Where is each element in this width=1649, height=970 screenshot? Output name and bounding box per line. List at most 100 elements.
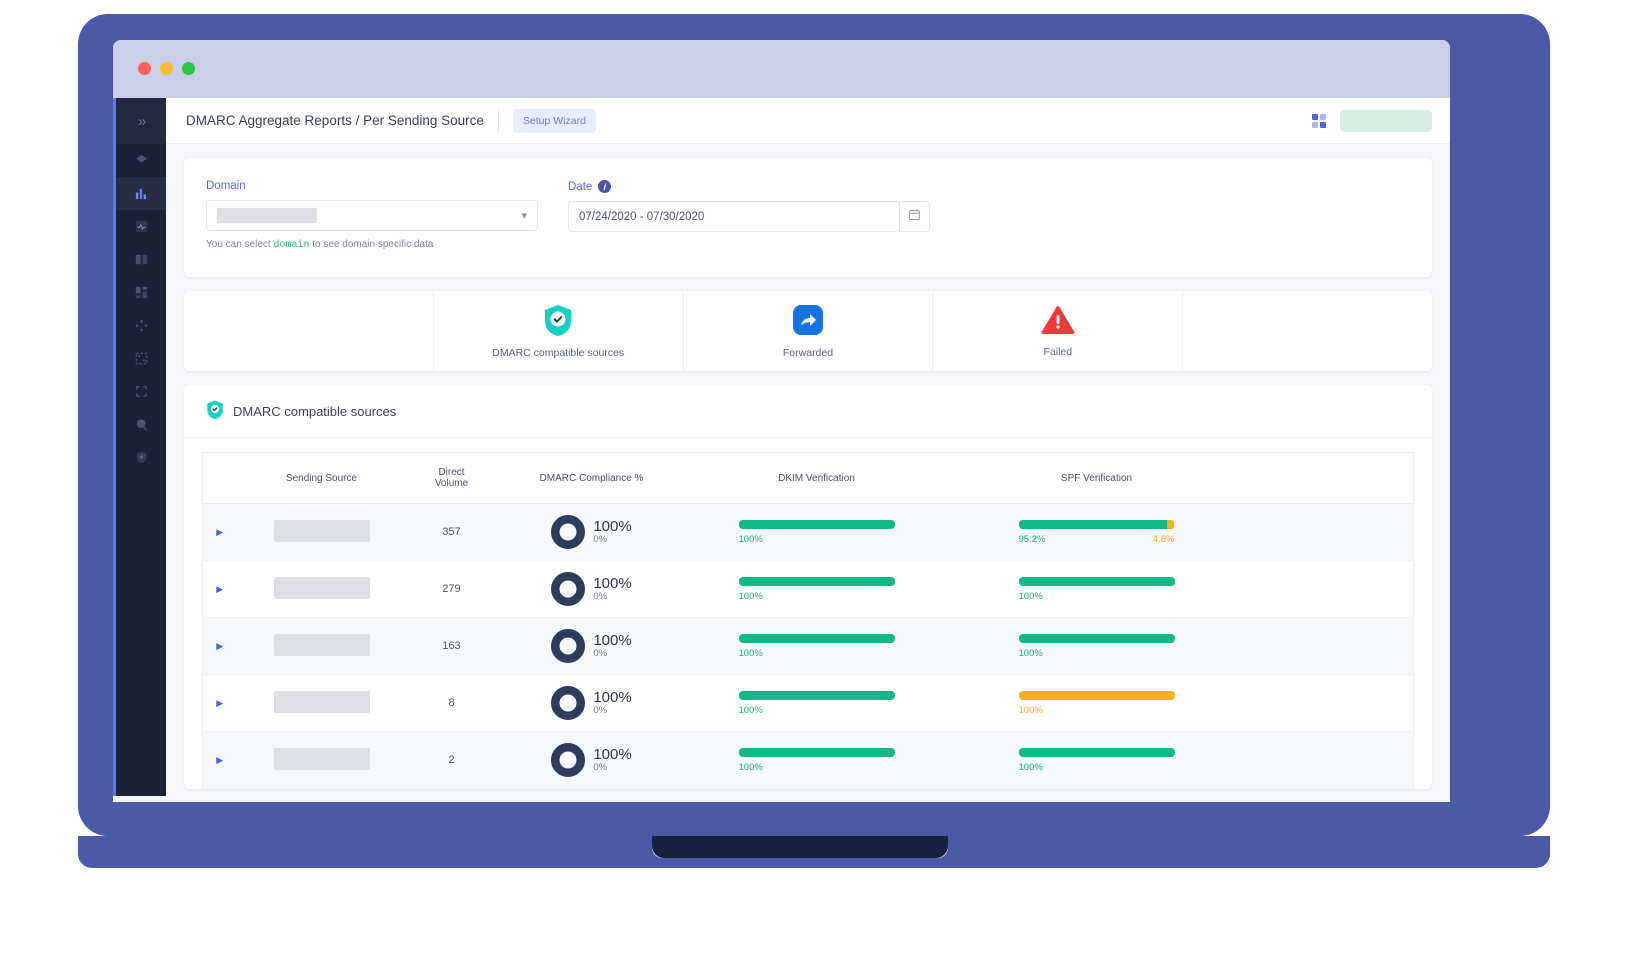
th-dmarc-compliance: DMARC Compliance % xyxy=(496,452,687,504)
application: » DMARC Aggregate Reports / Per Sending … xyxy=(113,98,1450,802)
cell-dkim-verification: 100% xyxy=(686,503,947,561)
sidebar-item-reports[interactable] xyxy=(116,177,166,210)
laptop-screen: » DMARC Aggregate Reports / Per Sending … xyxy=(113,40,1450,802)
breadcrumb-divider xyxy=(497,109,499,132)
row-expand-toggle[interactable]: ▶ xyxy=(202,617,237,675)
spf-bar-label: 100% xyxy=(1018,590,1043,602)
compliance-donut-icon xyxy=(551,686,586,720)
cell-spf-verification: 95.2% 4.8% xyxy=(946,503,1247,561)
cell-dmarc-compliance: 100% 0% xyxy=(496,731,687,789)
spf-bar-cell: 100% xyxy=(1018,576,1175,602)
cell-sending-source xyxy=(236,560,407,618)
table-row[interactable]: ▶ 8 100% 0% 100% 100% xyxy=(202,674,1414,732)
date-filter: Date i 07/24/2020 - 07/30/2020 xyxy=(568,180,930,251)
chevron-down-icon: ▾ xyxy=(521,210,527,222)
stat-label-forwarded: Forwarded xyxy=(782,346,834,359)
table-section-title: DMARC compatible sources xyxy=(184,385,1432,438)
sidebar-item-globe[interactable] xyxy=(116,408,166,441)
spf-bar-cell: 100% xyxy=(1018,747,1175,773)
table-row[interactable]: ▶ 163 100% 0% 100% 100% xyxy=(202,617,1414,675)
browser-titlebar xyxy=(113,40,1450,98)
forward-arrow-icon xyxy=(792,304,824,341)
dkim-bar-labels: 100% xyxy=(739,705,895,716)
row-expand-toggle[interactable]: ▶ xyxy=(202,503,237,561)
stat-failed[interactable]: Failed xyxy=(933,291,1184,371)
stat-dmarc-compatible[interactable]: DMARC compatible sources xyxy=(432,291,684,371)
spf-bar-cell: 100% xyxy=(1018,690,1175,716)
dashboard-grid-icon xyxy=(134,285,149,300)
sidebar-item-layers[interactable] xyxy=(116,144,166,177)
spf-bar-label: 95.2% xyxy=(1018,533,1046,545)
info-icon[interactable]: i xyxy=(598,180,612,193)
caret-right-icon: ▶ xyxy=(216,698,224,708)
stat-forwarded[interactable]: Forwarded xyxy=(684,291,934,371)
calendar-button[interactable] xyxy=(899,201,930,232)
page-scroll-area[interactable]: Domain ▾ You can select domain to see do… xyxy=(166,144,1450,802)
cell-direct-volume: 279 xyxy=(406,560,497,618)
dkim-bar-track xyxy=(738,576,895,586)
topbar: DMARC Aggregate Reports / Per Sending So… xyxy=(166,98,1450,144)
table-row[interactable]: ▶ 279 100% 0% 100% 100% xyxy=(202,560,1414,618)
sidebar-expand-button[interactable]: » xyxy=(116,98,166,144)
sidebar-item-nodes[interactable] xyxy=(116,309,166,342)
spf-bar-segment xyxy=(1018,633,1175,643)
spf-bar-label: 100% xyxy=(1018,647,1043,659)
stat-label-dmarc: DMARC compatible sources xyxy=(492,346,625,359)
filters-card: Domain ▾ You can select domain to see do… xyxy=(184,158,1432,277)
compliance-donut-icon xyxy=(551,515,586,549)
cell-spf-verification: 100% xyxy=(946,617,1247,675)
sidebar-item-dashboard[interactable] xyxy=(116,276,166,309)
sidebar: » xyxy=(113,98,166,802)
th-spf-verification: SPF Verification xyxy=(946,452,1247,504)
dkim-bar-segment xyxy=(738,576,895,586)
table-row[interactable]: ▶ 357 100% 0% 100% 95.2% 4.8% xyxy=(202,503,1414,561)
apps-grid-icon[interactable] xyxy=(1312,113,1326,128)
cell-direct-volume: 8 xyxy=(406,674,497,732)
domain-select[interactable]: ▾ xyxy=(206,200,538,231)
cell-dkim-verification: 100% xyxy=(686,617,947,675)
sending-source-value xyxy=(273,747,370,770)
warning-triangle-icon xyxy=(1041,305,1075,340)
dkim-bar-label: 100% xyxy=(738,761,763,773)
sending-source-value xyxy=(273,519,370,542)
spf-bar-label: 4.8% xyxy=(1152,533,1175,545)
dkim-bar-labels: 100% xyxy=(739,591,895,602)
spf-bar-cell: 95.2% 4.8% xyxy=(1018,519,1175,545)
cell-row-spacer xyxy=(1246,560,1414,618)
sidebar-item-knowledge[interactable] xyxy=(116,243,166,276)
compliance-pass-pct: 100% xyxy=(593,688,632,706)
row-expand-toggle[interactable]: ▶ xyxy=(202,674,237,732)
table-row[interactable]: ▶ 2 100% 0% 100% 100% xyxy=(202,731,1414,789)
spf-bar-segment xyxy=(1167,519,1175,529)
sidebar-item-templates[interactable] xyxy=(116,342,166,375)
setup-wizard-button[interactable]: Setup Wizard xyxy=(512,108,596,133)
dkim-bar-labels: 100% xyxy=(739,648,895,659)
compliance-donut-icon xyxy=(551,572,586,606)
cell-row-spacer xyxy=(1246,731,1414,789)
dkim-bar-segment xyxy=(738,690,895,700)
spf-bar-track xyxy=(1018,519,1175,529)
stat-spacer-right xyxy=(1183,291,1432,371)
row-expand-toggle[interactable]: ▶ xyxy=(202,560,237,618)
sidebar-item-activity[interactable] xyxy=(116,210,166,243)
sidebar-item-protect[interactable] xyxy=(116,441,166,474)
table-wrapper: Sending Source Direct Volume DMARC Compl… xyxy=(184,438,1432,789)
window-controls xyxy=(138,62,195,75)
cell-dmarc-compliance: 100% 0% xyxy=(496,674,687,732)
book-icon xyxy=(134,252,149,267)
date-range-input[interactable]: 07/24/2020 - 07/30/2020 xyxy=(568,201,900,232)
maximize-button[interactable] xyxy=(182,62,195,75)
dkim-bar-label: 100% xyxy=(738,647,763,659)
compliance-fail-pct: 0% xyxy=(593,648,608,660)
compliance-fail-pct: 0% xyxy=(593,705,608,717)
cell-dmarc-compliance: 100% 0% xyxy=(496,503,687,561)
sidebar-item-scan[interactable] xyxy=(116,375,166,408)
topbar-right xyxy=(1312,109,1432,132)
user-account-chip[interactable] xyxy=(1340,109,1432,132)
screenshot-stage: » DMARC Aggregate Reports / Per Sending … xyxy=(0,0,1649,970)
main-content: DMARC Aggregate Reports / Per Sending So… xyxy=(166,98,1450,802)
minimize-button[interactable] xyxy=(160,62,173,75)
close-button[interactable] xyxy=(138,62,151,75)
row-expand-toggle[interactable]: ▶ xyxy=(202,731,237,789)
spf-bar-track xyxy=(1018,690,1175,700)
